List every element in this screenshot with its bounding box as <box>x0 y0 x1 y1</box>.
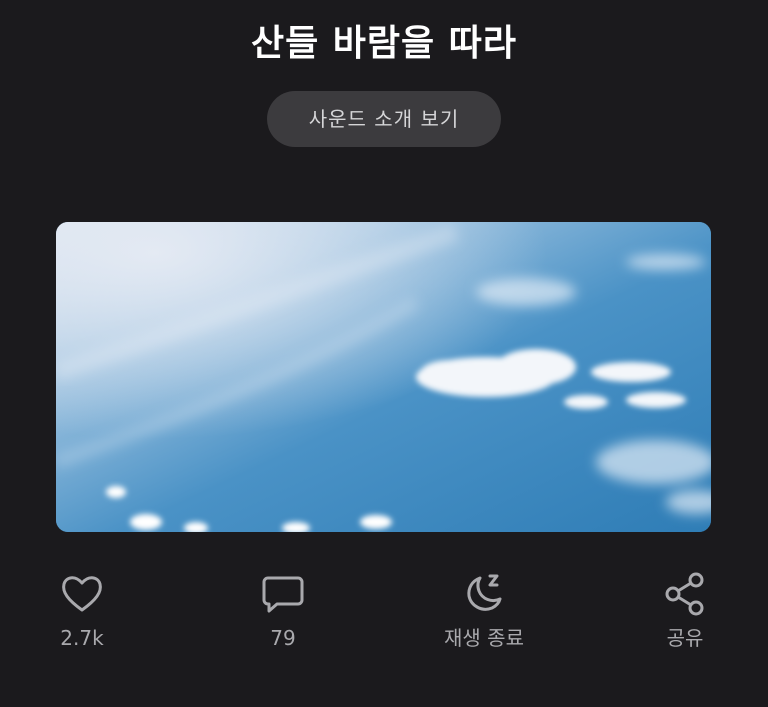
comment-button[interactable]: 79 <box>208 566 358 661</box>
like-button[interactable]: 2.7k <box>7 566 157 661</box>
share-button[interactable]: 공유 <box>610 566 760 661</box>
share-icon <box>665 572 704 616</box>
share-label: 공유 <box>666 626 704 650</box>
moon-sleep-icon <box>467 574 502 611</box>
like-count: 2.7k <box>60 626 104 650</box>
action-bar: 2.7k 79 재생 종료 공유 <box>0 566 768 666</box>
cover-image <box>56 222 711 532</box>
page-title: 산들 바람을 따라 <box>251 23 517 64</box>
sleep-timer-label: 재생 종료 <box>444 626 524 650</box>
heart-icon <box>62 576 102 612</box>
comment-count: 79 <box>270 626 296 650</box>
sleep-timer-button[interactable]: 재생 종료 <box>409 566 559 661</box>
sky-clouds-image <box>56 222 711 532</box>
sound-intro-button[interactable]: 사운드 소개 보기 <box>267 91 501 147</box>
comment-icon <box>262 576 304 613</box>
